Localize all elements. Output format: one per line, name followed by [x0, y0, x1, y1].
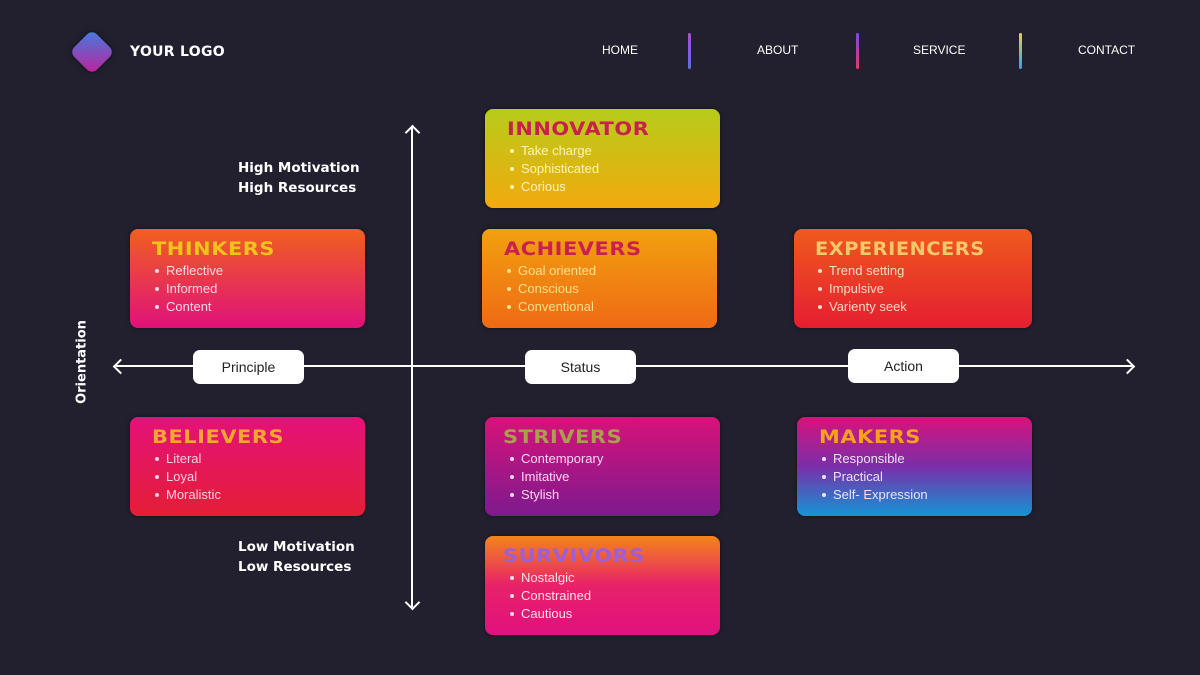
- card-title: SURVIVORS: [503, 545, 645, 567]
- nav-contact[interactable]: CONTACT: [1078, 43, 1135, 57]
- top-nav: HOME ABOUT SERVICE CONTACT: [0, 30, 1200, 70]
- trait-list: Reflective Informed Content: [152, 262, 365, 316]
- trait-item: Constrained: [510, 587, 720, 605]
- trait-item: Reflective: [155, 262, 365, 280]
- card-title: MAKERS: [819, 426, 921, 448]
- high-motivation-text: High Motivation: [238, 160, 360, 176]
- card-title: INNOVATOR: [507, 118, 650, 140]
- nav-home[interactable]: HOME: [602, 43, 638, 57]
- card-title: THINKERS: [152, 238, 276, 260]
- trait-item: Take charge: [510, 142, 720, 160]
- trait-item: Cautious: [510, 605, 720, 623]
- low-resources-text: Low Resources: [238, 559, 352, 575]
- arrow-right-icon: [1119, 358, 1136, 375]
- trait-item: Goal oriented: [507, 262, 717, 280]
- trait-item: Self- Expression: [822, 486, 1032, 504]
- principle-pill: Principle: [193, 350, 304, 384]
- trait-item: Content: [155, 298, 365, 316]
- card-experiencers: EXPERIENCERS Trend setting Impulsive Var…: [794, 229, 1032, 328]
- nav-service[interactable]: SERVICE: [913, 43, 965, 57]
- card-thinkers: THINKERS Reflective Informed Content: [130, 229, 365, 328]
- arrow-up-icon: [404, 124, 421, 141]
- trait-item: Responsible: [822, 450, 1032, 468]
- card-believers: BELIEVERS Literal Loyal Moralistic: [130, 417, 365, 516]
- orientation-label: Orientation: [74, 320, 90, 404]
- action-pill: Action: [848, 349, 959, 383]
- card-title: BELIEVERS: [152, 426, 285, 448]
- arrow-down-icon: [404, 594, 421, 611]
- trait-item: Loyal: [155, 468, 365, 486]
- trait-item: Varienty seek: [818, 298, 1032, 316]
- trait-item: Trend setting: [818, 262, 1032, 280]
- card-achievers: ACHIEVERS Goal oriented Conscious Conven…: [482, 229, 717, 328]
- trait-item: Imitative: [510, 468, 720, 486]
- trait-item: Contemporary: [510, 450, 720, 468]
- card-survivors: SURVIVORS Nostalgic Constrained Cautious: [485, 536, 720, 635]
- trait-item: Stylish: [510, 486, 720, 504]
- vertical-axis: [411, 127, 413, 607]
- status-pill: Status: [525, 350, 636, 384]
- arrow-left-icon: [112, 358, 129, 375]
- nav-about[interactable]: ABOUT: [757, 43, 798, 57]
- card-innovator: INNOVATOR Take charge Sophisticated Cori…: [485, 109, 720, 208]
- trait-item: Sophisticated: [510, 160, 720, 178]
- trait-item: Nostalgic: [510, 569, 720, 587]
- trait-item: Conventional: [507, 298, 717, 316]
- high-resources-text: High Resources: [238, 180, 357, 196]
- trait-item: Impulsive: [818, 280, 1032, 298]
- trait-list: Responsible Practical Self- Expression: [819, 450, 1032, 504]
- nav-divider: [856, 33, 859, 69]
- card-title: EXPERIENCERS: [815, 238, 985, 260]
- trait-item: Corious: [510, 178, 720, 196]
- trait-list: Take charge Sophisticated Corious: [507, 142, 720, 196]
- card-makers: MAKERS Responsible Practical Self- Expre…: [797, 417, 1032, 516]
- trait-list: Literal Loyal Moralistic: [152, 450, 365, 504]
- card-title: STRIVERS: [503, 426, 623, 448]
- high-motivation-label: High Motivation High Resources: [238, 158, 360, 198]
- nav-divider: [1019, 33, 1022, 69]
- nav-divider: [688, 33, 691, 69]
- trait-item: Literal: [155, 450, 365, 468]
- low-motivation-label: Low Motivation Low Resources: [238, 537, 355, 577]
- trait-list: Goal oriented Conscious Conventional: [504, 262, 717, 316]
- card-strivers: STRIVERS Contemporary Imitative Stylish: [485, 417, 720, 516]
- trait-item: Practical: [822, 468, 1032, 486]
- trait-list: Contemporary Imitative Stylish: [507, 450, 720, 504]
- trait-item: Informed: [155, 280, 365, 298]
- trait-list: Nostalgic Constrained Cautious: [507, 569, 720, 623]
- trait-item: Moralistic: [155, 486, 365, 504]
- trait-list: Trend setting Impulsive Varienty seek: [815, 262, 1032, 316]
- trait-item: Conscious: [507, 280, 717, 298]
- card-title: ACHIEVERS: [504, 238, 642, 260]
- low-motivation-text: Low Motivation: [238, 539, 355, 555]
